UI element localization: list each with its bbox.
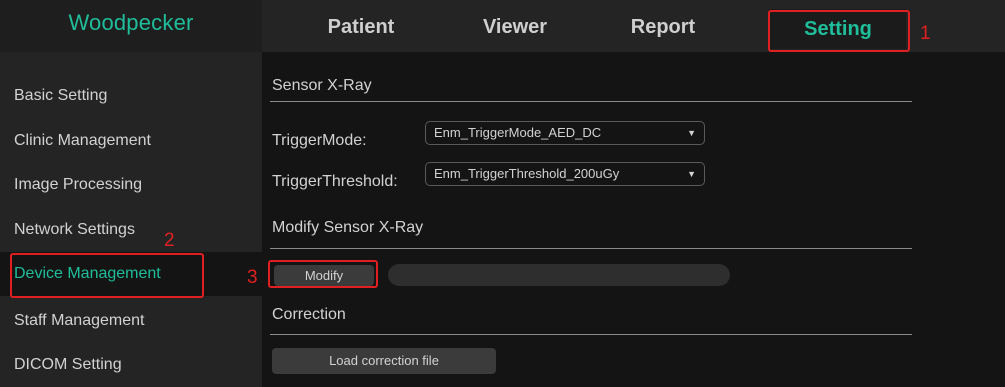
annotation-step-2: 2 bbox=[164, 230, 175, 251]
modify-progress-bar bbox=[388, 264, 730, 286]
correction-title: Correction bbox=[272, 306, 346, 323]
annotation-box-modify bbox=[268, 260, 378, 288]
modify-sensor-xray-title: Modify Sensor X-Ray bbox=[272, 219, 424, 236]
tab-viewer[interactable]: Viewer bbox=[444, 0, 586, 52]
trigger-mode-label: TriggerMode: bbox=[272, 132, 367, 149]
trigger-mode-select[interactable]: Enm_TriggerMode_AED_DC ▼ bbox=[425, 121, 705, 145]
top-nav-bar: Woodpecker Patient Viewer Report Setting… bbox=[0, 0, 1005, 52]
section-divider bbox=[270, 101, 912, 102]
sensor-xray-title: Sensor X-Ray bbox=[272, 77, 372, 94]
trigger-threshold-label: TriggerThreshold: bbox=[272, 173, 398, 190]
trigger-mode-value: Enm_TriggerMode_AED_DC bbox=[434, 125, 602, 140]
sidebar-item-staff-management[interactable]: Staff Management bbox=[0, 299, 262, 343]
tab-report[interactable]: Report bbox=[592, 0, 734, 52]
trigger-threshold-select[interactable]: Enm_TriggerThreshold_200uGy ▼ bbox=[425, 162, 705, 186]
section-divider bbox=[270, 248, 912, 249]
settings-sidebar: Basic Setting Clinic Management Image Pr… bbox=[0, 52, 262, 387]
annotation-box-setting bbox=[768, 10, 910, 52]
woodpecker-app: Woodpecker Patient Viewer Report Setting… bbox=[0, 0, 1005, 387]
sidebar-item-image-processing[interactable]: Image Processing bbox=[0, 163, 262, 207]
sidebar-item-basic-setting[interactable]: Basic Setting bbox=[0, 74, 262, 118]
device-management-panel: Sensor X-Ray TriggerMode: Enm_TriggerMod… bbox=[262, 52, 1005, 387]
chevron-down-icon: ▼ bbox=[687, 169, 696, 179]
annotation-step-3: 3 bbox=[247, 267, 258, 288]
sidebar-item-network-settings[interactable]: Network Settings bbox=[0, 208, 262, 252]
chevron-down-icon: ▼ bbox=[687, 128, 696, 138]
load-correction-file-button[interactable]: Load correction file bbox=[272, 348, 496, 374]
sidebar-item-clinic-management[interactable]: Clinic Management bbox=[0, 119, 262, 163]
annotation-step-1: 1 bbox=[920, 23, 931, 44]
section-divider bbox=[270, 334, 912, 335]
tab-patient[interactable]: Patient bbox=[290, 0, 432, 52]
trigger-threshold-value: Enm_TriggerThreshold_200uGy bbox=[434, 166, 620, 181]
app-logo: Woodpecker bbox=[0, 0, 262, 52]
annotation-box-device-management bbox=[10, 253, 204, 298]
sidebar-item-dicom-setting[interactable]: DICOM Setting bbox=[0, 343, 262, 387]
